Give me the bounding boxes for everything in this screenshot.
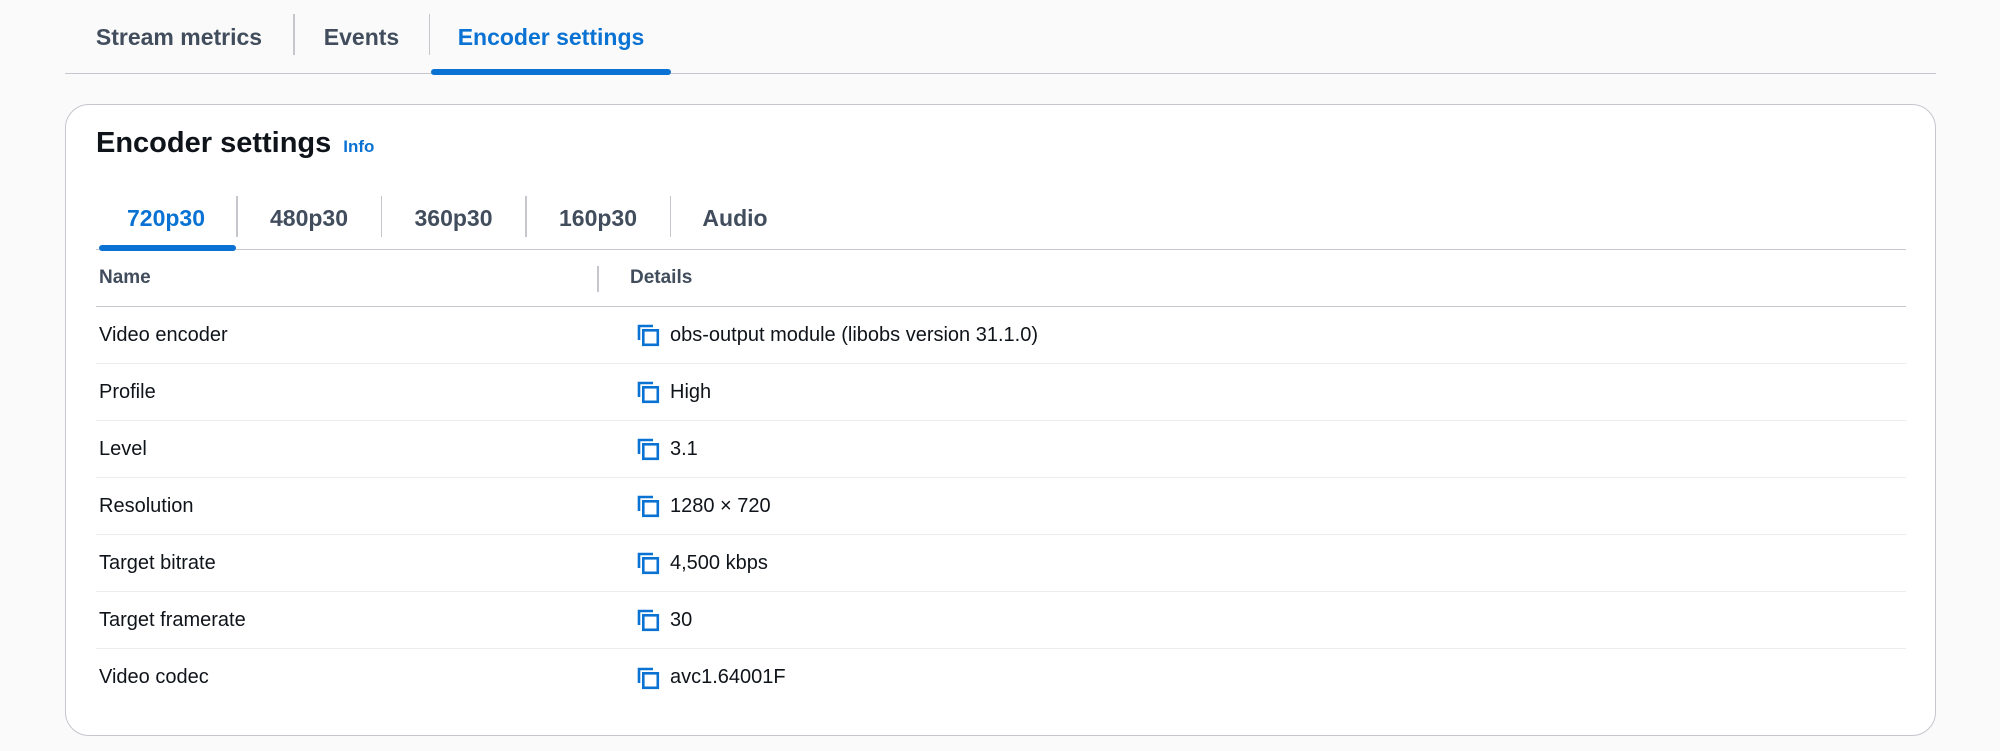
copy-button[interactable] [634, 549, 662, 577]
table-row: Level 3.1 [96, 421, 1906, 478]
table-row: Resolution 1280 × 720 [96, 478, 1906, 535]
copy-button[interactable] [634, 321, 662, 349]
tab-label: Audio [702, 205, 768, 231]
copy-icon [637, 324, 660, 347]
tab-160p30[interactable]: 160p30 [527, 187, 670, 250]
row-value: High [670, 380, 712, 403]
copy-icon [637, 438, 660, 461]
tab-360p30[interactable]: 360p30 [382, 187, 525, 250]
row-details: 1280 × 720 [634, 492, 771, 520]
table-row: Profile High [96, 364, 1906, 421]
column-resizer[interactable] [597, 266, 599, 292]
tab-label: 160p30 [558, 205, 637, 231]
copy-button[interactable] [634, 492, 662, 520]
row-name: Profile [99, 380, 156, 403]
copy-icon [637, 381, 660, 404]
row-name: Video encoder [99, 323, 228, 346]
row-name: Resolution [99, 494, 194, 517]
panel-header: Encoder settings Info [96, 127, 374, 160]
tab-events[interactable]: Events [295, 0, 429, 74]
row-name: Video codec [99, 666, 209, 688]
copy-icon [637, 495, 660, 518]
info-link[interactable]: Info [343, 137, 374, 157]
table-header: Name Details [96, 250, 1906, 307]
row-value: 1280 × 720 [670, 494, 771, 517]
copy-icon [637, 552, 660, 575]
table-row: Target bitrate 4,500 kbps [96, 535, 1906, 592]
tab-stream-metrics[interactable]: Stream metrics [65, 0, 293, 74]
table-row: Video encoder obs-output module (libobs … [96, 307, 1906, 364]
tab-label: 720p30 [126, 205, 205, 231]
tab-label: 480p30 [269, 205, 348, 231]
row-value: 4,500 kbps [670, 551, 768, 574]
copy-button[interactable] [634, 378, 662, 406]
panel-title: Encoder settings [96, 127, 332, 159]
tab-480p30[interactable]: 480p30 [238, 187, 381, 250]
column-header-name: Name [99, 267, 151, 288]
tab-divider [428, 14, 430, 55]
copy-icon [637, 609, 660, 632]
tab-label: 360p30 [414, 205, 493, 231]
row-value: 3.1 [670, 437, 698, 460]
row-value: avc1.64001F [670, 666, 786, 688]
tab-label: Events [323, 23, 400, 50]
row-name: Level [99, 437, 147, 460]
tab-label: Encoder settings [457, 23, 645, 50]
copy-button[interactable] [634, 435, 662, 463]
tab-720p30[interactable]: 720p30 [96, 187, 236, 251]
row-details: High [634, 378, 711, 406]
table-row: Video codec avc1.64001F [96, 649, 1906, 706]
row-name: Target framerate [99, 608, 246, 631]
encoder-settings-panel: Encoder settings Info 720p30 480p30 360p… [65, 104, 1936, 736]
row-details: avc1.64001F [634, 664, 786, 692]
row-details: 3.1 [634, 435, 698, 463]
row-details: 30 [634, 606, 692, 634]
encoder-settings-table: Name Details Video encoder obs-output mo… [96, 250, 1906, 706]
copy-button[interactable] [634, 606, 662, 634]
tab-encoder-settings[interactable]: Encoder settings [431, 0, 671, 75]
table-row: Target framerate 30 [96, 592, 1906, 649]
top-tab-bar: Stream metrics Events Encoder settings [65, 0, 1936, 75]
resolution-tab-bar: 720p30 480p30 360p30 160p30 Audio [96, 187, 1906, 251]
tab-audio[interactable]: Audio [671, 187, 799, 250]
row-details: obs-output module (libobs version 31.1.0… [634, 321, 1038, 349]
row-value: obs-output module (libobs version 31.1.0… [670, 323, 1038, 346]
tab-label: Stream metrics [95, 23, 263, 50]
row-details: 4,500 kbps [634, 549, 768, 577]
row-value: 30 [670, 608, 693, 631]
column-header-details: Details [630, 267, 693, 288]
row-name: Target bitrate [99, 551, 216, 574]
copy-icon [637, 667, 660, 689]
copy-button[interactable] [634, 664, 662, 692]
